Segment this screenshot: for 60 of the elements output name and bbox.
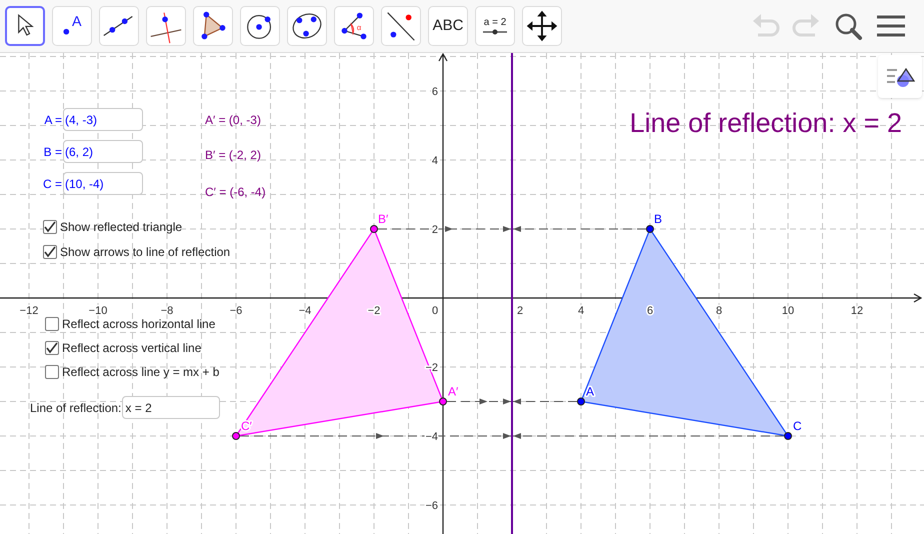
checkbox-label: Show arrows to line of reflection [60, 244, 230, 261]
checkbox-label: Reflect across horizontal line [62, 316, 216, 333]
point[interactable] [784, 432, 792, 440]
field-label: B = [42, 144, 62, 160]
field-label: A = [43, 112, 62, 128]
checkbox[interactable] [45, 365, 59, 379]
axis-label: 8 [716, 305, 722, 317]
tool-button[interactable]: α [334, 6, 374, 46]
tool-button[interactable]: ABC [428, 6, 468, 46]
tool-button[interactable] [5, 6, 45, 46]
tool-button[interactable]: a = 2 [475, 6, 515, 46]
point-label: A′ [448, 384, 458, 398]
point[interactable] [646, 225, 654, 233]
field-label: C = [42, 176, 62, 192]
point-label: A [586, 384, 594, 398]
axis-label: 4 [432, 155, 438, 167]
point[interactable] [439, 398, 447, 406]
point-coordinates: A′ = (0, -3) [205, 112, 262, 126]
point-label: C′ [241, 419, 252, 433]
tool-button[interactable]: A [52, 6, 92, 46]
checkbox[interactable] [45, 317, 59, 331]
axis-label: 2 [516, 305, 524, 317]
slider-icon [482, 28, 508, 34]
input-field[interactable]: x = 2 [122, 396, 220, 419]
graph-title: Line of reflection: x = 2 [630, 107, 902, 140]
point-label: C [793, 419, 802, 433]
checkbox-label: Show reflected triangle [60, 219, 182, 236]
point-label: B′ [378, 212, 388, 226]
point-coordinates: C′ = (-6, -4) [205, 184, 266, 198]
axis-label: −10 [88, 305, 108, 317]
axis-label: 12 [850, 305, 864, 317]
point[interactable] [232, 432, 240, 440]
axis-label: 6 [432, 86, 438, 98]
point-coordinates: B′ = (-2, 2) [205, 147, 262, 161]
axis-label: −6 [230, 305, 242, 317]
axis-label: −4 [298, 305, 312, 317]
axis-label: −4 [425, 431, 438, 443]
input-field[interactable]: (4, -3) [63, 108, 143, 131]
search-icon [834, 12, 864, 40]
axis-label: −12 [20, 305, 38, 317]
axis-label: −2 [368, 305, 380, 317]
style-bar-toggle[interactable] [878, 55, 922, 98]
axis-label: −6 [425, 500, 438, 512]
style-bar-icon [885, 66, 915, 88]
input-field[interactable]: (6, 2) [63, 140, 143, 163]
field-label: Line of reflection: [30, 400, 122, 416]
point[interactable] [577, 398, 585, 406]
axis-label: 6 [646, 305, 654, 317]
checkbox[interactable] [45, 341, 59, 355]
checkbox[interactable] [43, 245, 57, 259]
axis-label: 0 [432, 305, 438, 317]
point-label: B [654, 212, 662, 226]
axis-label: 10 [782, 305, 794, 317]
checkbox[interactable] [43, 220, 57, 234]
input-field[interactable]: (10, -4) [63, 172, 143, 195]
axis-label: 4 [578, 305, 584, 317]
checkbox-label: Reflect across line y = mx + b [62, 364, 220, 381]
point[interactable] [370, 225, 378, 233]
checkbox-label: Reflect across vertical line [62, 340, 202, 357]
axis-label: −8 [160, 305, 174, 317]
